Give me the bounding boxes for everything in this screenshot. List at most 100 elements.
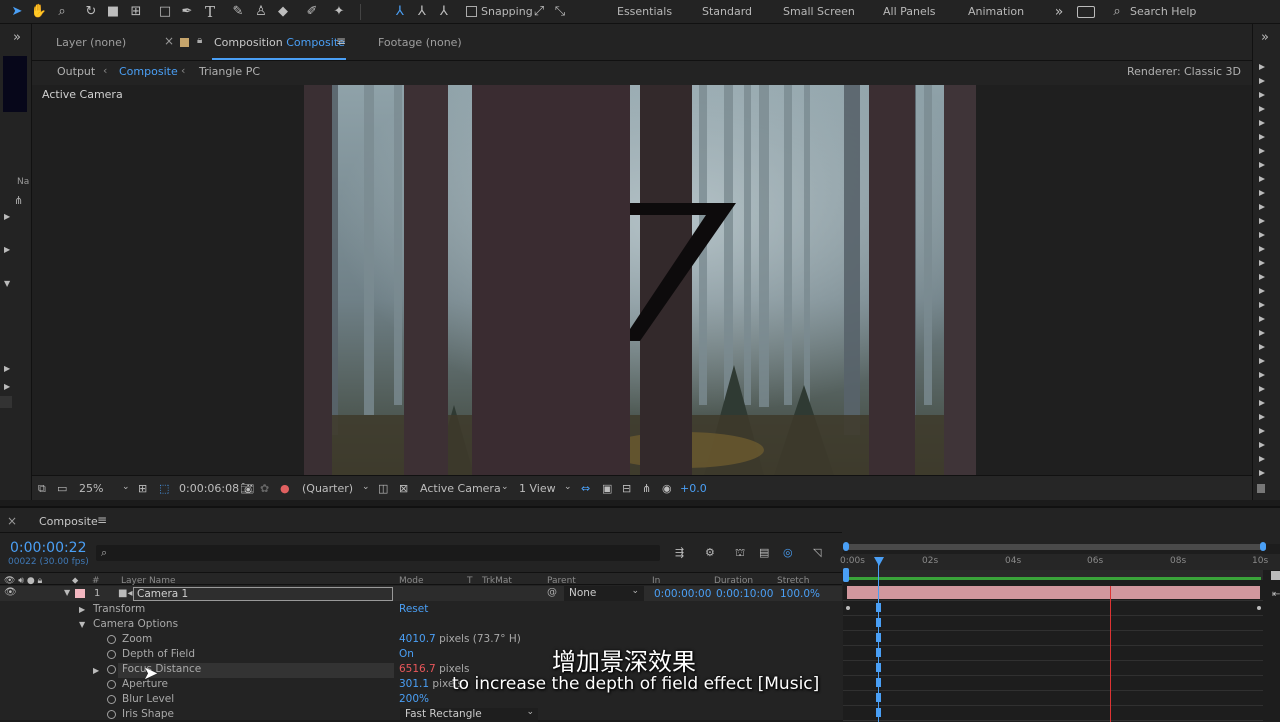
panel-arrow-icon[interactable] <box>1259 232 1265 238</box>
layer-name-field[interactable]: Camera 1 <box>133 587 393 601</box>
camera-tool-icon[interactable]: ■ <box>104 3 122 21</box>
shy-layers-icon[interactable]: ⛫ <box>735 546 745 561</box>
panel-arrow-icon[interactable] <box>1259 400 1265 406</box>
transform-group[interactable]: Transform <box>93 603 145 615</box>
transparency-grid-icon[interactable]: ⊠ <box>399 482 408 495</box>
panel-arrow-icon[interactable] <box>1259 428 1265 434</box>
panel-arrow-icon[interactable] <box>1259 260 1265 266</box>
exposure-value[interactable]: +0.0 <box>680 482 707 495</box>
local-axis-icon[interactable]: ⅄ <box>391 3 409 21</box>
renderer-value[interactable]: Classic 3D <box>1184 65 1241 78</box>
hand-tool-icon[interactable]: ✋ <box>30 3 48 21</box>
panel-menu-icon[interactable]: ≡ <box>336 34 346 48</box>
flowchart-icon[interactable]: ⋔ <box>642 482 651 495</box>
fast-previews-icon[interactable]: ◫ <box>378 482 388 495</box>
panel-arrow-icon[interactable] <box>1259 120 1265 126</box>
layer-label-color[interactable] <box>75 589 85 598</box>
lock-icon[interactable]: 🔒︎ <box>197 35 202 46</box>
panel-arrow-icon[interactable] <box>1259 78 1265 84</box>
timeline-tab-title[interactable]: Composite <box>39 515 98 528</box>
panel-arrow-icon[interactable] <box>1259 64 1265 70</box>
scroll-thumb[interactable] <box>1257 484 1265 493</box>
playhead-handle-icon[interactable] <box>874 557 884 566</box>
show-snapshot-icon[interactable]: ✿ <box>260 482 269 495</box>
composition-viewer[interactable]: Active Camera <box>32 85 1252 475</box>
rotate-tool-icon[interactable]: ↻ <box>82 3 100 21</box>
search-help-field[interactable]: Search Help <box>1130 5 1196 18</box>
type-tool-icon[interactable]: T <box>201 3 219 21</box>
panel-arrow-icon[interactable] <box>1259 470 1265 476</box>
layer-name-column-header[interactable]: Layer Name <box>121 576 176 586</box>
workspace-animation[interactable]: Animation <box>968 5 1024 18</box>
camera-view-dropdown[interactable]: Active Camera <box>420 482 501 495</box>
navigator-end-handle[interactable] <box>1260 542 1266 551</box>
navigator-bar[interactable] <box>846 544 1266 550</box>
layer-duration[interactable]: 0:00:10:00 <box>716 588 773 600</box>
focus-distance-value[interactable]: 6516.7 <box>399 663 436 675</box>
composition-mini-flowchart-icon[interactable]: ⇶ <box>675 546 684 559</box>
panel-arrow-icon[interactable] <box>1259 134 1265 140</box>
panel-arrow-icon[interactable] <box>1259 148 1265 154</box>
stopwatch-icon[interactable] <box>107 650 116 659</box>
tab-footage[interactable]: Footage (none) <box>378 36 462 49</box>
panel-arrow-icon[interactable] <box>1259 414 1265 420</box>
snapping-checkbox[interactable] <box>466 6 477 17</box>
panel-arrow-icon[interactable] <box>1259 246 1265 252</box>
eye-icon[interactable]: 👁︎ <box>4 587 17 598</box>
collapse-arrow-icon[interactable]: ▼ <box>79 620 85 629</box>
workspace-standard[interactable]: Standard <box>702 5 752 18</box>
snapping-options-icon[interactable]: ⤢ <box>530 3 548 21</box>
stopwatch-icon[interactable] <box>107 680 116 689</box>
stretch-column-header[interactable]: Stretch <box>777 576 809 586</box>
chevron-down-icon[interactable]: ⌄ <box>362 482 370 492</box>
view-axis-icon[interactable]: ⅄ <box>435 3 453 21</box>
tab-layer[interactable]: Layer (none) <box>56 36 126 49</box>
focus-distance-label[interactable]: Focus Distance <box>122 663 201 675</box>
collapse-arrow-icon[interactable]: ▼ <box>64 588 70 597</box>
mode-column-header[interactable]: Mode <box>399 576 424 586</box>
zoom-out-handle-icon[interactable] <box>1271 571 1280 580</box>
region-of-interest-icon[interactable]: ⬚ <box>159 482 169 495</box>
reset-exposure-icon[interactable]: ◉ <box>662 482 672 495</box>
navigator-start-handle[interactable] <box>843 542 849 551</box>
stopwatch-icon[interactable] <box>107 665 116 674</box>
zoom-tool-icon[interactable]: ⌕ <box>53 3 71 21</box>
chevron-down-icon[interactable]: ⌄ <box>122 482 130 492</box>
stopwatch-icon[interactable] <box>107 710 116 719</box>
expand-arrow-icon[interactable]: ▶ <box>4 364 10 373</box>
in-column-header[interactable]: In <box>652 576 660 586</box>
frame-blending-icon[interactable]: ▤ <box>759 546 769 559</box>
panel-arrow-icon[interactable] <box>1259 204 1265 210</box>
layer-in-point[interactable]: 0:00:00:00 <box>654 588 711 600</box>
layer-search-input[interactable]: ⌕ <box>96 545 660 561</box>
draft-3d-icon[interactable]: ⚙ <box>705 546 715 559</box>
camera-options-group[interactable]: Camera Options <box>93 618 178 630</box>
chevron-down-icon[interactable]: ⌄ <box>564 482 572 492</box>
expand-icon[interactable]: ⇤ <box>1272 589 1280 600</box>
current-time-display[interactable]: 0:00:06:08 <box>179 482 239 495</box>
panel-arrow-icon[interactable] <box>1259 176 1265 182</box>
aperture-value[interactable]: 301.1 <box>399 678 429 690</box>
chevron-down-icon[interactable]: ⌄ <box>501 482 509 492</box>
panel-arrow-icon[interactable] <box>1259 162 1265 168</box>
workspace-small-screen[interactable]: Small Screen <box>783 5 855 18</box>
panel-arrow-icon[interactable] <box>1259 344 1265 350</box>
view-layout-dropdown[interactable]: 1 View <box>519 482 556 495</box>
work-area-bar[interactable] <box>846 577 1261 580</box>
breadcrumb-output[interactable]: Output <box>57 65 95 78</box>
graph-editor-icon[interactable]: ◹ <box>813 546 821 559</box>
rectangle-tool-icon[interactable]: □ <box>156 3 174 21</box>
panel-arrow-icon[interactable] <box>1259 288 1265 294</box>
snapshot-icon[interactable]: 📷︎ <box>240 482 254 495</box>
zoom-property-value[interactable]: 4010.7 pixels (73.7° H) <box>399 633 521 645</box>
expand-panel-icon[interactable]: » <box>1261 30 1269 45</box>
panel-arrow-icon[interactable] <box>1259 106 1265 112</box>
panel-arrow-icon[interactable] <box>1259 92 1265 98</box>
work-area-start-handle[interactable] <box>843 568 849 582</box>
depth-of-field-value[interactable]: On <box>399 648 414 660</box>
scroll-thumb[interactable] <box>0 396 12 408</box>
expand-arrow-icon[interactable]: ▶ <box>4 245 10 254</box>
duration-column-header[interactable]: Duration <box>714 576 753 586</box>
panel-arrow-icon[interactable] <box>1259 358 1265 364</box>
panel-arrow-icon[interactable] <box>1259 190 1265 196</box>
